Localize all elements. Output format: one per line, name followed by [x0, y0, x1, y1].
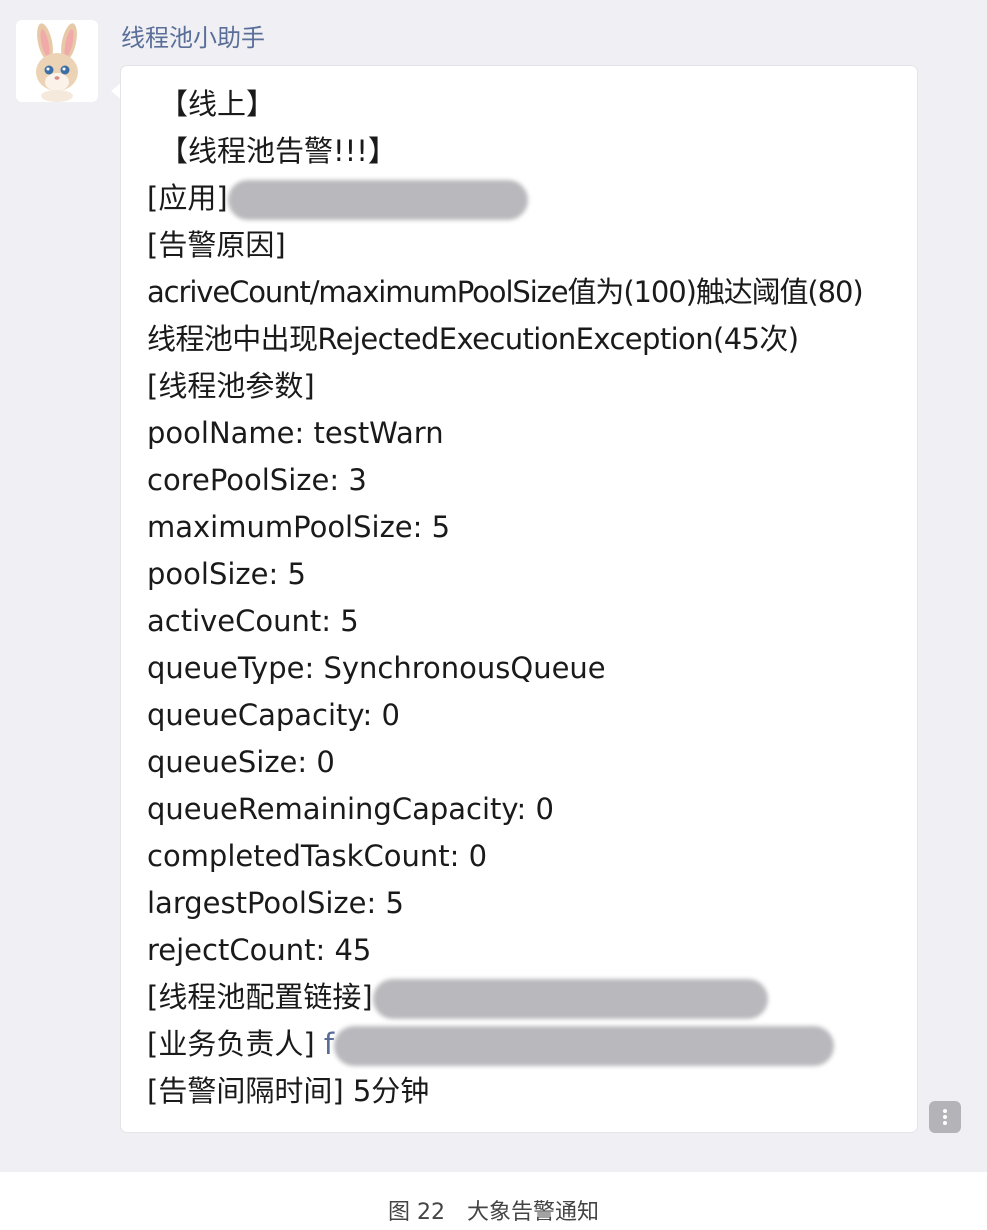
reason-line-2: 线程池中出现RejectedExecutionException(45次)	[147, 322, 799, 356]
app-line: [应用]	[147, 175, 907, 222]
param-line: activeCount: 5	[147, 604, 359, 638]
config-link-line: [线程池配置链接]	[147, 974, 907, 1021]
interval-value: 5分钟	[352, 1074, 430, 1108]
chat-area: 线程池小助手 【线上】 【线程池告警!!!】 [应用] [告警原因] acriv…	[0, 0, 987, 1172]
param-line: poolName: testWarn	[147, 416, 444, 450]
param-line: queueRemainingCapacity: 0	[147, 792, 554, 826]
redacted-owner	[334, 1026, 835, 1066]
owner-label: [业务负责人]	[147, 1027, 315, 1061]
param-line: poolSize: 5	[147, 557, 306, 591]
alert-title-line: 【线程池告警!!!】	[159, 134, 397, 168]
reason-line-1: acriveCount/maximumPoolSize值为(100)触达阈值(8…	[147, 275, 864, 309]
param-line: rejectCount: 45	[147, 933, 372, 967]
param-line: completedTaskCount: 0	[147, 839, 488, 873]
params-label-line: [线程池参数]	[147, 369, 315, 403]
param-line: queueSize: 0	[147, 745, 335, 779]
param-line: maximumPoolSize: 5	[147, 510, 451, 544]
interval-label: [告警间隔时间]	[147, 1074, 344, 1108]
config-link-label: [线程池配置链接]	[147, 980, 373, 1014]
env-line: 【线上】	[159, 87, 276, 121]
app-label: [应用]	[147, 181, 228, 215]
redacted-config-link[interactable]	[372, 979, 768, 1019]
rabbit-avatar-icon[interactable]	[16, 20, 98, 102]
owner-line: [业务负责人] f	[147, 1021, 907, 1068]
param-line: largestPoolSize: 5	[147, 886, 404, 920]
redacted-app-name	[227, 180, 528, 220]
param-line: queueCapacity: 0	[147, 698, 400, 732]
owner-link[interactable]: f	[324, 1027, 334, 1061]
param-line: queueType: SynchronousQueue	[147, 651, 606, 685]
interval-line: [告警间隔时间] 5分钟	[147, 1068, 907, 1115]
figure-caption: 图 22 大象告警通知	[388, 1200, 599, 1225]
param-line: corePoolSize: 3	[147, 463, 367, 497]
more-vertical-icon[interactable]	[929, 1101, 961, 1133]
message-text: 【线上】 【线程池告警!!!】 [应用] [告警原因] acriveCount/…	[147, 81, 907, 1115]
sender-name: 线程池小助手	[121, 24, 265, 52]
reason-label-line: [告警原因]	[147, 228, 286, 262]
